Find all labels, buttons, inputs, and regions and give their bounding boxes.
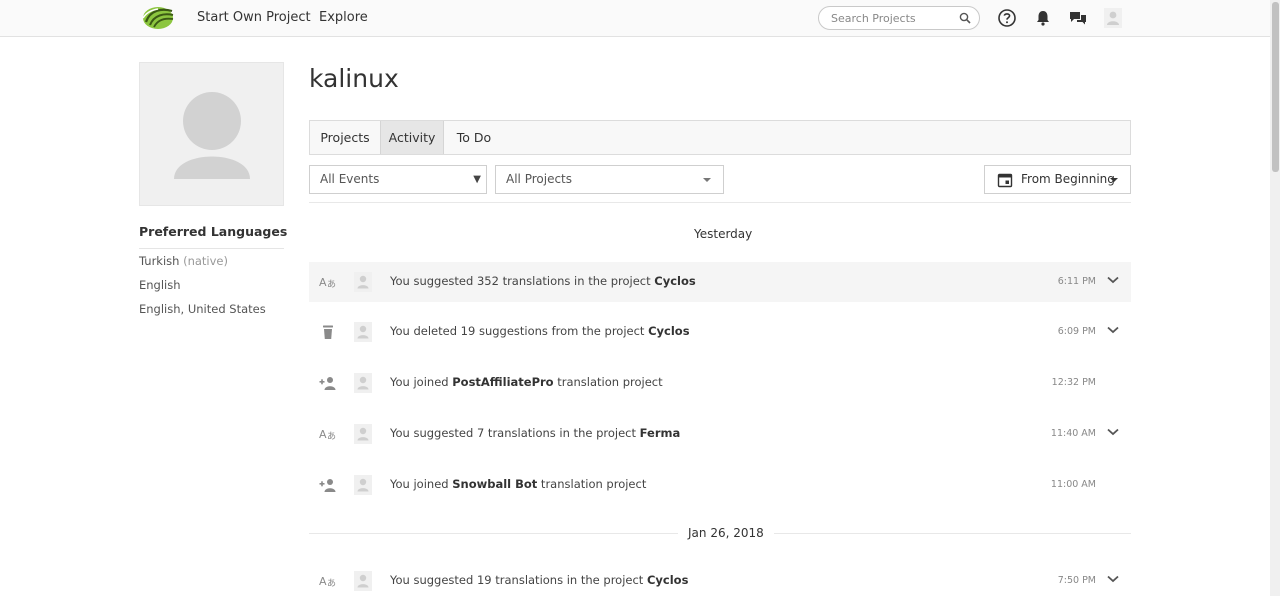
- user-avatar-icon[interactable]: [354, 272, 372, 292]
- chevron-down-icon[interactable]: [1107, 276, 1119, 284]
- project-link[interactable]: Cyclos: [648, 324, 689, 338]
- search-input[interactable]: [831, 10, 955, 26]
- activity-time: 7:50 PM: [1057, 575, 1096, 586]
- activity-text-pre: You joined: [390, 477, 453, 491]
- activity-time: 6:11 PM: [1057, 276, 1096, 287]
- preferred-languages-title: Preferred Languages: [139, 224, 288, 239]
- avatar-placeholder-icon: [174, 92, 250, 179]
- divider: [309, 202, 1131, 203]
- translate-icon: A あ: [319, 276, 336, 290]
- scrollbar-thumb[interactable]: [1272, 2, 1279, 172]
- activity-text: You joined PostAffiliatePro translation …: [390, 375, 663, 389]
- user-avatar-icon[interactable]: [354, 475, 372, 495]
- chevron-down-icon[interactable]: [1107, 326, 1119, 334]
- activity-item: You deleted 19 suggestions from the proj…: [309, 312, 1131, 352]
- tab-todo[interactable]: To Do: [444, 121, 504, 154]
- project-link[interactable]: Cyclos: [654, 274, 695, 288]
- search-box[interactable]: [818, 6, 980, 30]
- profile-avatar: [139, 62, 284, 206]
- svg-text:あ: あ: [327, 578, 336, 589]
- user-avatar-icon[interactable]: [354, 571, 372, 591]
- language-item: English, United States: [139, 302, 266, 316]
- activity-time: 11:00 AM: [1050, 479, 1096, 490]
- project-link[interactable]: PostAffiliatePro: [452, 375, 553, 389]
- svg-text:A: A: [319, 575, 327, 588]
- page-title-username: kalinux: [309, 64, 399, 93]
- project-link[interactable]: Cyclos: [647, 573, 688, 587]
- divider: [139, 248, 284, 249]
- activity-text: You suggested 7 translations in the proj…: [390, 426, 680, 440]
- messages-icon[interactable]: [1068, 8, 1088, 28]
- activity-item: A あ You suggested 7 translations in the …: [309, 414, 1131, 454]
- tab-projects[interactable]: Projects: [310, 121, 380, 154]
- activity-text-main: You suggested 7 translations in the proj…: [390, 426, 640, 440]
- events-filter-value: All Events: [320, 172, 380, 186]
- translate-icon: A あ: [319, 428, 336, 442]
- activity-item: You joined Snowball Bot translation proj…: [309, 465, 1131, 505]
- svg-text:あ: あ: [327, 431, 336, 442]
- explore-link[interactable]: Explore: [319, 10, 368, 25]
- svg-text:あ: あ: [327, 279, 336, 290]
- language-native-note: (native): [183, 254, 228, 268]
- activity-text-main: You suggested 352 translations in the pr…: [390, 274, 655, 288]
- profile-tabs: Projects Activity To Do: [309, 120, 1131, 155]
- projects-filter-value: All Projects: [506, 172, 572, 186]
- activity-item: You joined PostAffiliatePro translation …: [309, 363, 1131, 403]
- language-item: English: [139, 278, 181, 292]
- calendar-icon: [997, 173, 1013, 188]
- user-avatar-icon[interactable]: [354, 424, 372, 444]
- chevron-down-icon[interactable]: [1107, 575, 1119, 583]
- activity-text: You suggested 352 translations in the pr…: [390, 274, 696, 288]
- user-avatar-icon[interactable]: [354, 322, 372, 342]
- activity-text-main: You suggested 19 translations in the pro…: [390, 573, 647, 587]
- activity-text-post: translation project: [537, 477, 647, 491]
- activity-text: You deleted 19 suggestions from the proj…: [390, 324, 690, 338]
- user-avatar-icon[interactable]: [354, 373, 372, 393]
- activity-item: A あ You suggested 352 translations in th…: [309, 262, 1131, 302]
- svg-text:A: A: [319, 428, 327, 441]
- person-add-icon: [319, 377, 336, 390]
- top-navbar: Start Own Project Explore: [0, 0, 1270, 37]
- help-icon[interactable]: [997, 8, 1017, 28]
- date-range-label: From Beginning: [1021, 172, 1115, 186]
- activity-text-main: You deleted 19 suggestions from the proj…: [390, 324, 649, 338]
- person-add-icon: [319, 479, 336, 492]
- dropdown-caret-icon: [703, 178, 711, 182]
- caret-down-icon: [1110, 178, 1118, 182]
- activity-time: 12:32 PM: [1051, 377, 1096, 388]
- tab-activity[interactable]: Activity: [380, 121, 444, 154]
- trash-icon: [323, 325, 333, 339]
- activity-date-header: Jan 26, 2018: [678, 526, 774, 540]
- activity-text-post: translation project: [553, 375, 663, 389]
- activity-date-header: Yesterday: [684, 227, 763, 241]
- events-filter-select[interactable]: All Events ▼: [309, 165, 487, 194]
- language-item: Turkish (native): [139, 254, 228, 268]
- activity-item: A あ You suggested 19 translations in the…: [309, 561, 1131, 596]
- project-link[interactable]: Ferma: [640, 426, 681, 440]
- dropdown-caret-icon: ▼: [473, 174, 481, 185]
- projects-filter-select[interactable]: All Projects: [495, 165, 724, 194]
- svg-text:A: A: [319, 276, 327, 289]
- chevron-down-icon[interactable]: [1107, 428, 1119, 436]
- start-own-project-link[interactable]: Start Own Project: [197, 10, 311, 25]
- language-name: Turkish: [139, 254, 180, 268]
- search-icon[interactable]: [959, 12, 971, 24]
- project-link[interactable]: Snowball Bot: [452, 477, 537, 491]
- notifications-bell-icon[interactable]: [1033, 8, 1053, 28]
- translate-icon: A あ: [319, 575, 336, 589]
- activity-text: You suggested 19 translations in the pro…: [390, 573, 688, 587]
- activity-text-pre: You joined: [390, 375, 453, 389]
- activity-time: 11:40 AM: [1050, 428, 1096, 439]
- language-name: English: [139, 278, 181, 292]
- crowdin-logo-icon[interactable]: [140, 5, 174, 31]
- user-avatar-icon[interactable]: [1104, 8, 1122, 28]
- activity-time: 6:09 PM: [1057, 326, 1096, 337]
- activity-text: You joined Snowball Bot translation proj…: [390, 477, 646, 491]
- language-name: English, United States: [139, 302, 266, 316]
- date-range-button[interactable]: From Beginning: [984, 165, 1131, 194]
